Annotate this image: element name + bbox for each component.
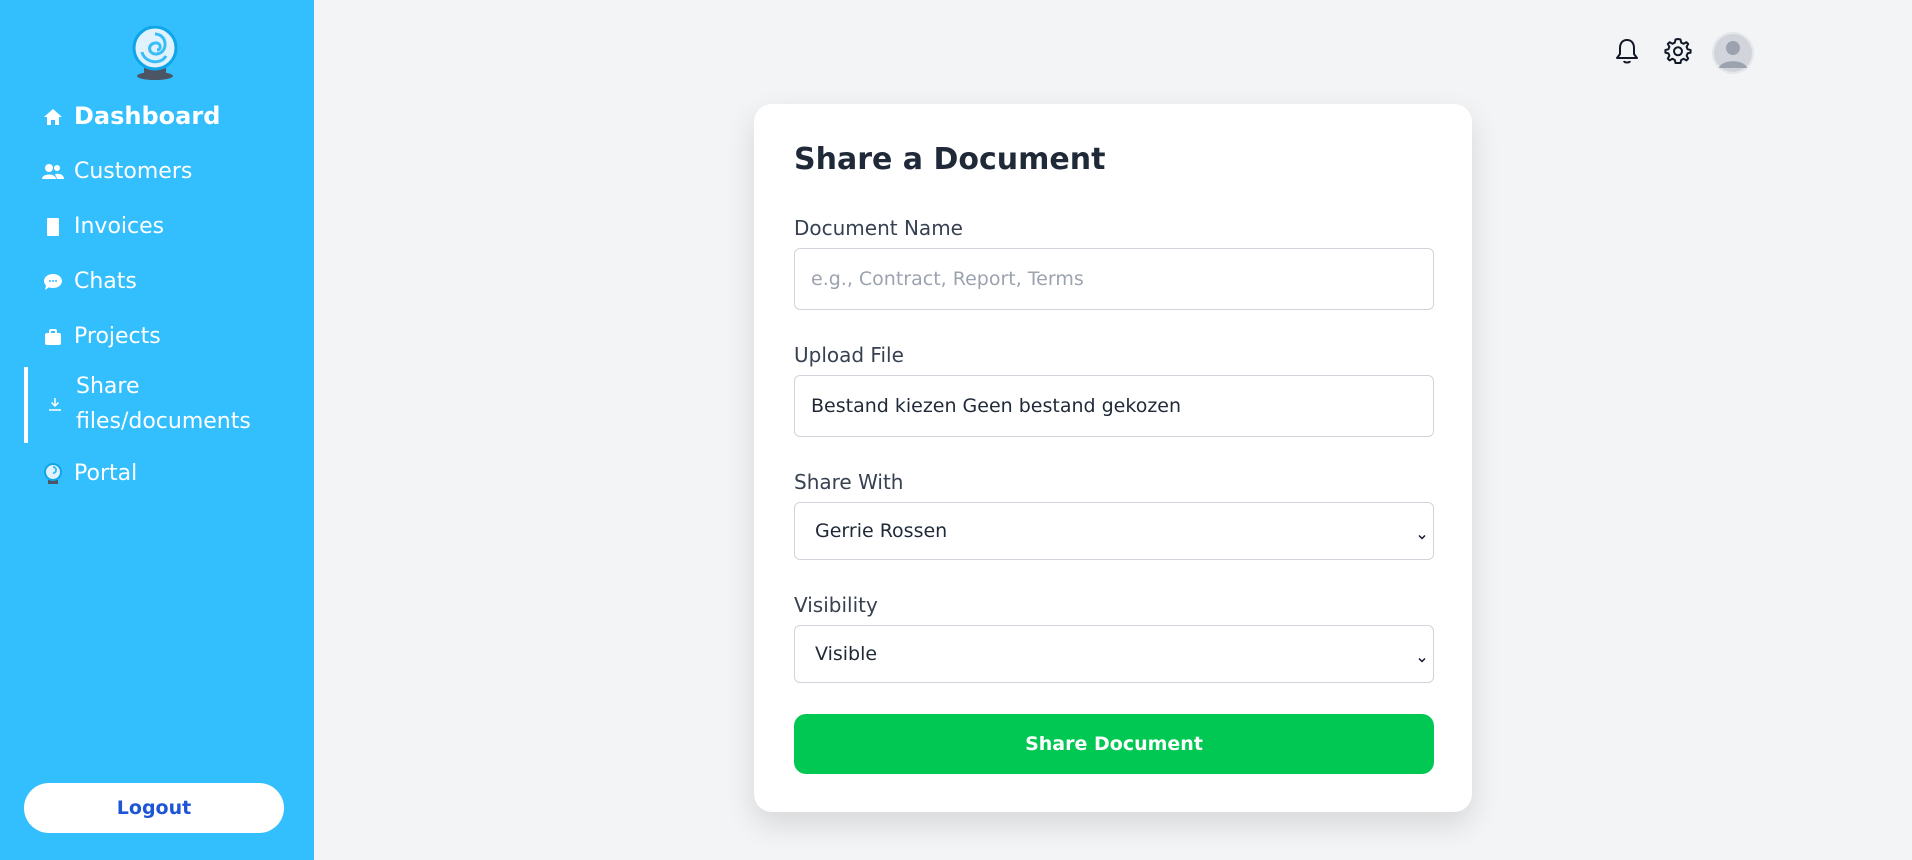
- file-upload-input[interactable]: Bestand kiezen Geen bestand gekozen: [794, 375, 1434, 437]
- sidebar-item-invoices[interactable]: Invoices: [24, 202, 290, 257]
- chevron-down-icon: [1417, 525, 1427, 547]
- bell-icon[interactable]: [1612, 36, 1642, 66]
- document-icon: [42, 216, 64, 238]
- share-document-button[interactable]: Share Document: [794, 714, 1434, 774]
- chat-bubble-icon: [42, 271, 64, 293]
- sidebar-item-label: Projects: [74, 324, 161, 349]
- sidebar-item-label: Dashboard: [74, 102, 221, 130]
- user-avatar[interactable]: [1712, 32, 1754, 74]
- upload-file-label: Upload File: [794, 343, 904, 367]
- no-file-chosen-text: Geen bestand gekozen: [962, 395, 1182, 417]
- home-icon: [42, 106, 64, 128]
- share-with-select[interactable]: Gerrie Rossen: [794, 502, 1434, 560]
- sidebar-item-chats[interactable]: Chats: [24, 257, 290, 312]
- share-with-label: Share With: [794, 470, 904, 494]
- sidebar-item-label: Customers: [74, 159, 193, 184]
- gear-icon[interactable]: [1663, 36, 1693, 66]
- logout-button[interactable]: Logout: [24, 783, 284, 833]
- users-icon: [42, 161, 64, 183]
- sidebar-nav: Dashboard Customers Invoices Chats Proje…: [24, 92, 290, 504]
- sidebar-item-portal[interactable]: Portal: [24, 449, 290, 504]
- sidebar-item-label: Portal: [74, 461, 138, 486]
- sidebar-item-projects[interactable]: Projects: [24, 312, 290, 367]
- document-name-input[interactable]: [794, 248, 1434, 310]
- download-icon: [44, 393, 66, 415]
- share-with-selected: Gerrie Rossen: [815, 520, 948, 542]
- sidebar-item-customers[interactable]: Customers: [24, 147, 290, 202]
- sidebar-item-label: Share files/documents: [76, 374, 251, 434]
- chevron-down-icon: [1417, 648, 1427, 670]
- share-document-card: Share a Document Document Name Upload Fi…: [754, 104, 1472, 812]
- sidebar-item-share-files[interactable]: Share files/documents: [24, 367, 290, 443]
- sidebar-item-dashboard[interactable]: Dashboard: [24, 92, 290, 147]
- visibility-selected: Visible: [815, 643, 878, 665]
- sidebar: Dashboard Customers Invoices Chats Proje…: [0, 0, 314, 860]
- visibility-label: Visibility: [794, 593, 878, 617]
- sidebar-item-label: Chats: [74, 269, 137, 294]
- briefcase-icon: [42, 326, 64, 348]
- document-name-label: Document Name: [794, 216, 963, 240]
- globe-icon: [42, 463, 64, 485]
- visibility-select[interactable]: Visible: [794, 625, 1434, 683]
- portal-globe-logo[interactable]: [130, 25, 180, 80]
- page-title: Share a Document: [794, 142, 1106, 177]
- sidebar-item-label: Invoices: [74, 214, 165, 239]
- choose-file-button[interactable]: Bestand kiezen: [811, 395, 957, 417]
